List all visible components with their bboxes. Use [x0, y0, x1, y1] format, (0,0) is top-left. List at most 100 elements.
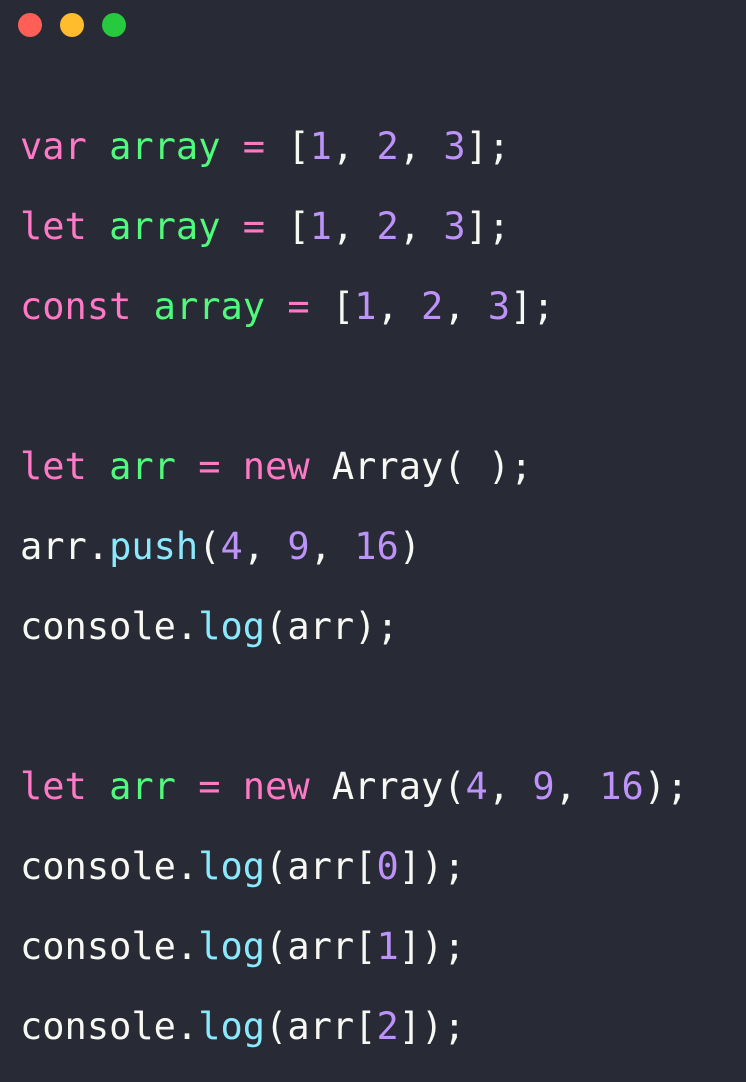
code-token: , — [443, 285, 488, 328]
code-token: (arr[ — [265, 845, 377, 888]
code-token: 1 — [376, 925, 399, 968]
code-token: ( — [198, 525, 221, 568]
code-token: , — [309, 525, 355, 568]
code-token: new — [242, 445, 310, 488]
code-token: , — [242, 525, 288, 568]
code-token: 3 — [443, 205, 466, 248]
code-token: , — [398, 205, 444, 248]
code-token: 3 — [487, 285, 511, 328]
code-line: let array = [1, 2, 3]; — [20, 187, 688, 267]
code-token: , — [554, 765, 600, 808]
code-token: 3 — [443, 125, 466, 168]
code-token: new — [242, 765, 310, 808]
close-icon[interactable] — [18, 13, 42, 37]
code-line: console.log(arr[0]); — [20, 827, 688, 907]
code-token: 9 — [287, 525, 310, 568]
maximize-icon[interactable] — [102, 13, 126, 37]
code-token: ); — [643, 765, 689, 808]
code-token: log — [198, 605, 266, 648]
code-token: ]); — [398, 1005, 466, 1048]
code-token: , — [331, 205, 377, 248]
code-token: ) — [398, 525, 422, 568]
code-token: Array( ); — [309, 445, 533, 488]
code-token: ]); — [398, 845, 466, 888]
code-token: arr. — [20, 525, 110, 568]
code-line: arr.push(4, 9, 16) — [20, 507, 688, 587]
code-token: (arr); — [265, 605, 399, 648]
code-token: push — [109, 525, 199, 568]
code-token: console. — [20, 605, 199, 648]
code-token: [ — [265, 205, 310, 248]
code-token: ]; — [510, 285, 555, 328]
code-token: let — [20, 205, 87, 248]
code-token: let — [20, 445, 87, 488]
code-line: console.log(arr[1]); — [20, 907, 688, 987]
code-token: 16 — [599, 765, 644, 808]
code-token: array — [153, 285, 266, 328]
code-token: console. — [20, 925, 199, 968]
code-token: 16 — [354, 525, 399, 568]
code-token: , — [398, 125, 444, 168]
code-token: , — [376, 285, 422, 328]
code-block: var array = [1, 2, 3]; let array = [1, 2,… — [20, 107, 688, 1067]
code-line: let arr = new Array(4, 9, 16); — [20, 747, 688, 827]
code-token: var — [20, 125, 87, 168]
code-token: let — [20, 765, 87, 808]
code-window: var array = [1, 2, 3]; let array = [1, 2,… — [0, 0, 746, 1082]
code-token: 4 — [465, 765, 488, 808]
code-token: 1 — [354, 285, 377, 328]
code-line: console.log(arr[2]); — [20, 987, 688, 1067]
code-token: (arr[ — [265, 1005, 377, 1048]
code-token: 2 — [376, 125, 399, 168]
minimize-icon[interactable] — [60, 13, 84, 37]
code-token: = — [198, 765, 221, 808]
code-token: 1 — [309, 125, 332, 168]
window-controls — [18, 13, 126, 37]
code-token: , — [331, 125, 377, 168]
code-token: [ — [265, 125, 310, 168]
code-token: array — [109, 125, 221, 168]
code-token: = — [287, 285, 310, 328]
code-line: let arr = new Array( ); — [20, 427, 688, 507]
code-token: 9 — [532, 765, 555, 808]
code-token: = — [242, 205, 266, 248]
code-token: = — [198, 445, 221, 488]
code-token: log — [198, 925, 266, 968]
code-token: 4 — [220, 525, 243, 568]
code-token: arr — [109, 445, 176, 488]
code-token: 0 — [376, 845, 399, 888]
code-token: Array( — [309, 765, 466, 808]
code-token: arr — [109, 765, 176, 808]
code-token: (arr[ — [265, 925, 377, 968]
code-token: log — [198, 1005, 266, 1048]
code-token: 1 — [309, 205, 332, 248]
code-token: [ — [309, 285, 355, 328]
code-token: ]; — [465, 205, 511, 248]
code-token: const — [20, 285, 132, 328]
code-token: console. — [20, 1005, 199, 1048]
code-token: 2 — [376, 205, 399, 248]
code-line: var array = [1, 2, 3]; — [20, 107, 688, 187]
code-token: 2 — [421, 285, 444, 328]
code-token: , — [487, 765, 533, 808]
code-token: ]; — [465, 125, 511, 168]
code-line: const array = [1, 2, 3]; — [20, 267, 688, 347]
code-token: 2 — [376, 1005, 399, 1048]
code-token: log — [198, 845, 266, 888]
code-token: console. — [20, 845, 199, 888]
code-token: array — [109, 205, 221, 248]
